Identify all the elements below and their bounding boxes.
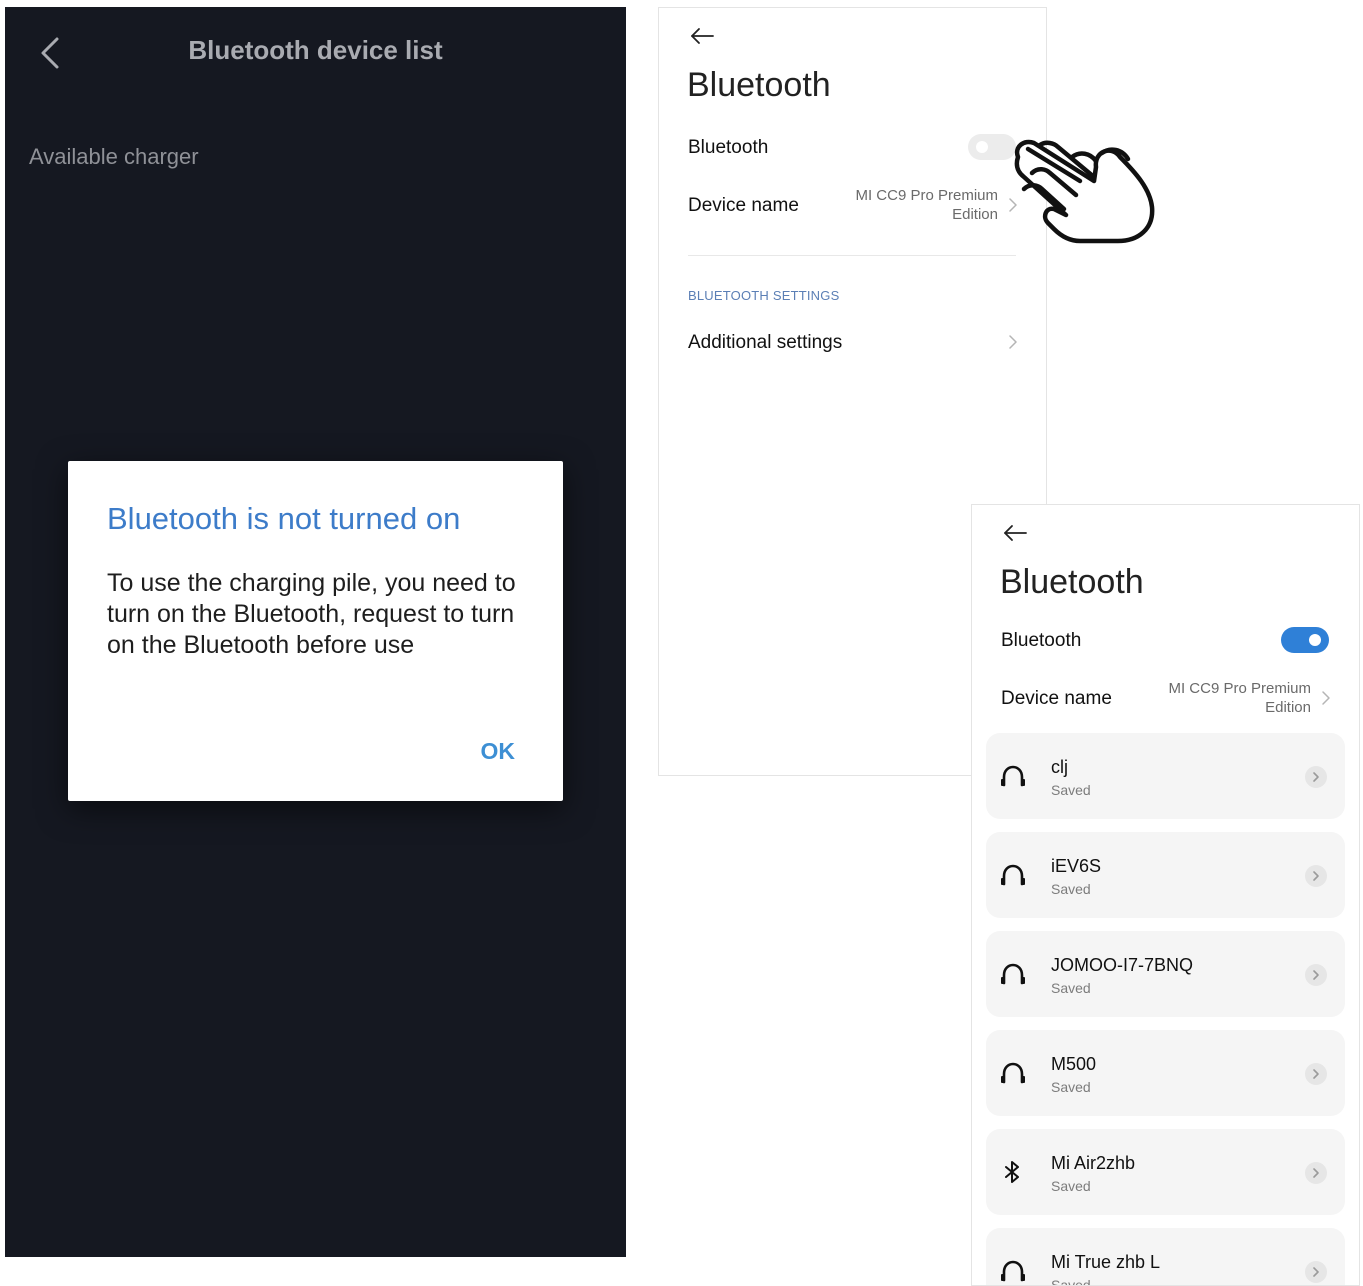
device-card[interactable]: Mi True zhb L Saved [986,1228,1345,1286]
device-name: clj [1051,757,1068,777]
device-status: Saved [1051,980,1091,996]
device-name: M500 [1051,1054,1097,1074]
chevron-right-icon [1313,1168,1319,1178]
page-title: Bluetooth [1000,563,1144,601]
device-details-button[interactable] [1305,865,1327,887]
device-card[interactable]: iEV6S Saved [986,832,1345,918]
headphones-icon [1001,765,1025,787]
toggle-knob [1309,634,1321,646]
device-name-label: Device name [1001,688,1112,709]
device-details-button[interactable] [1305,964,1327,986]
bluetooth-row-label: Bluetooth [688,137,769,158]
bluetooth-settings-header: BLUETOOTH SETTINGS [688,288,840,303]
device-status: Saved [1051,1178,1091,1194]
chevron-right-icon [1313,1069,1319,1079]
chevron-right-icon [1313,772,1319,782]
headphones-icon [1001,864,1025,886]
device-list: clj Saved iEV6S Saved JOMOO-I7-7BNQ Saved M500… [986,733,1345,1286]
device-card[interactable]: M500 Saved [986,1030,1345,1116]
headphones-icon [1001,1062,1025,1084]
bluetooth-toggle[interactable] [1281,627,1329,653]
device-name: Mi Air2zhb [1051,1153,1136,1173]
device-status: Saved [1051,881,1091,897]
additional-settings-label[interactable]: Additional settings [688,332,842,354]
device-status: Saved [1051,1079,1091,1095]
device-name-value[interactable]: MI CC9 Pro Premium Edition [838,186,998,224]
device-status: Saved [1051,1277,1091,1286]
device-name: iEV6S [1051,856,1102,876]
device-details-button[interactable] [1305,1162,1327,1184]
device-details-button[interactable] [1305,1261,1327,1283]
dialog-message: To use the charging pile, you need to tu… [107,569,516,659]
screen-title: Bluetooth device list [188,35,443,65]
device-name-label: Device name [688,195,799,216]
device-name-value[interactable]: MI CC9 Pro Premium Edition [1151,679,1311,717]
device-name: JOMOO-I7-7BNQ [1051,955,1194,975]
device-status: Saved [1051,782,1091,798]
device-card[interactable]: clj Saved [986,733,1345,819]
chevron-right-icon [1009,335,1017,349]
device-card[interactable]: JOMOO-I7-7BNQ Saved [986,931,1345,1017]
toggle-knob [976,141,988,153]
bluetooth-toggle[interactable] [968,134,1016,160]
bluetooth-device-list-screen: Bluetooth device list Available charger … [5,7,626,1257]
dialog-title: Bluetooth is not turned on [107,501,461,536]
device-name: Mi True zhb L [1051,1252,1161,1272]
divider [688,255,1016,256]
page-title: Bluetooth [687,66,831,104]
headphones-icon [1001,963,1025,985]
chevron-right-icon [1313,970,1319,980]
back-arrow-icon[interactable] [689,26,715,46]
device-details-button[interactable] [1305,1063,1327,1085]
tap-hand-icon [1014,139,1155,244]
ok-button[interactable]: OK [481,738,516,765]
device-details-button[interactable] [1305,766,1327,788]
chevron-right-icon [1313,1267,1319,1277]
bluetooth-settings-on-panel: Bluetooth Bluetooth Device name MI CC9 P… [971,504,1360,1286]
device-card[interactable]: Mi Air2zhb Saved [986,1129,1345,1215]
bluetooth-off-dialog: Bluetooth is not turned on To use the ch… [68,461,563,801]
available-charger-label: Available charger [29,144,199,169]
back-arrow-icon[interactable] [1002,523,1028,543]
bluetooth-row-label: Bluetooth [1001,630,1082,651]
chevron-right-icon [1313,871,1319,881]
headphones-icon [1001,1260,1025,1282]
chevron-right-icon [1322,691,1330,705]
bluetooth-icon [1005,1161,1019,1183]
